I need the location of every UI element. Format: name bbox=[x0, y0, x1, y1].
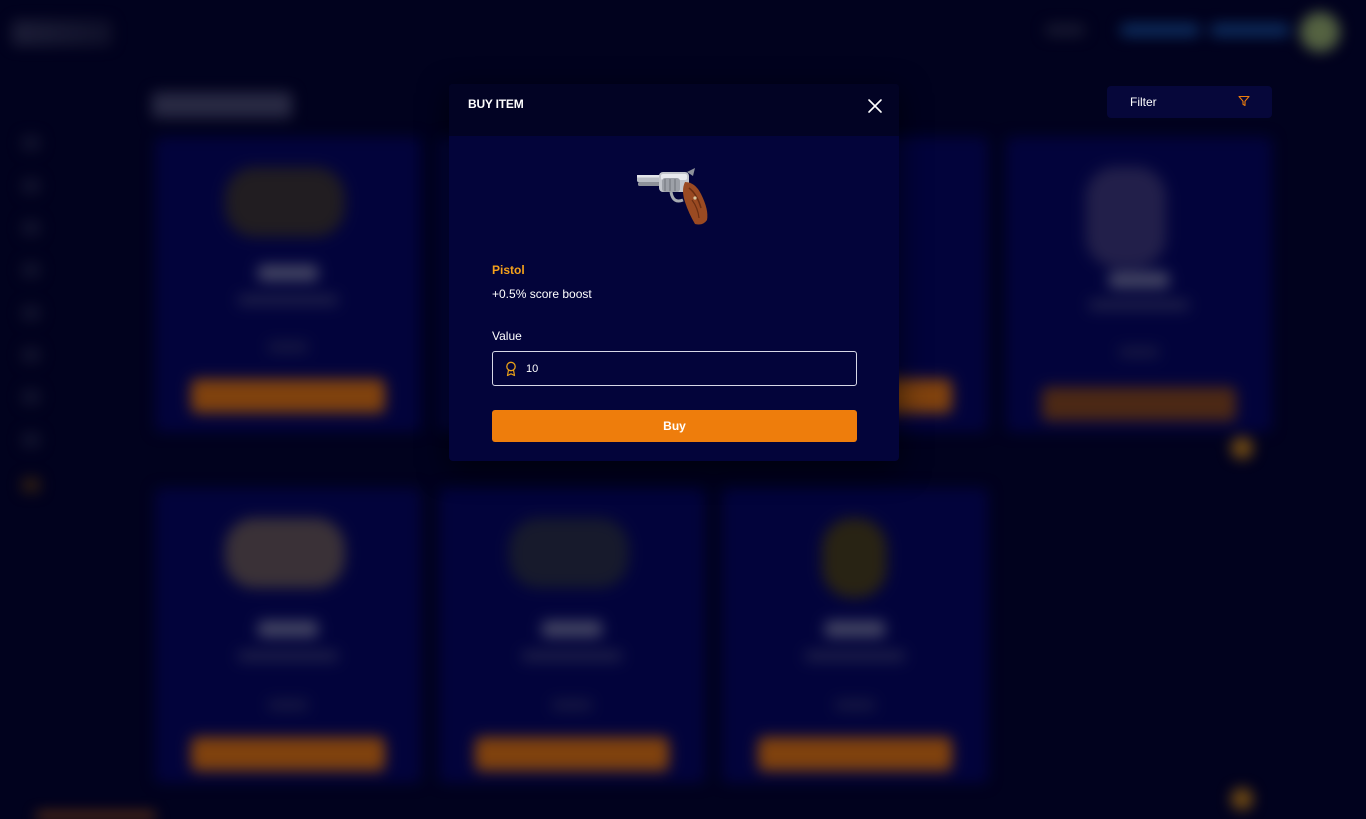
close-icon[interactable] bbox=[864, 95, 886, 117]
modal-title: BUY ITEM bbox=[468, 97, 524, 111]
medal-icon bbox=[506, 361, 516, 377]
value-field[interactable] bbox=[492, 351, 857, 386]
funnel-icon bbox=[1238, 95, 1250, 107]
value-input[interactable] bbox=[526, 352, 846, 385]
revolver-icon bbox=[637, 168, 708, 225]
buy-item-modal: BUY ITEM Pistol +0.5% score boost Value bbox=[449, 84, 899, 461]
item-description: +0.5% score boost bbox=[492, 287, 592, 301]
filter-label: Filter bbox=[1130, 95, 1157, 109]
modal-header: BUY ITEM bbox=[449, 84, 899, 136]
value-label: Value bbox=[492, 329, 522, 343]
filter-button[interactable]: Filter bbox=[1107, 86, 1272, 118]
buy-button[interactable]: Buy bbox=[492, 410, 857, 442]
item-name: Pistol bbox=[492, 263, 525, 277]
